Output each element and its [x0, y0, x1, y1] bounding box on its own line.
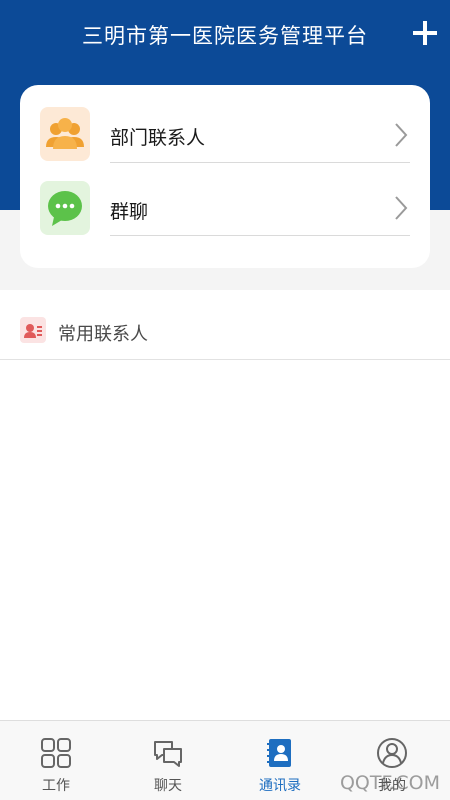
- contacts-book-icon: [267, 739, 291, 767]
- chevron-right-icon: [395, 196, 408, 220]
- tab-work[interactable]: 工作: [0, 721, 112, 800]
- user-icon: [377, 738, 407, 768]
- row-divider: [110, 235, 410, 236]
- department-contacts-label: 部门联系人: [110, 127, 206, 149]
- group-chat-row[interactable]: 群聊: [20, 173, 430, 249]
- people-group-icon: [40, 107, 90, 161]
- frequent-contacts-list: 常用联系人: [0, 290, 450, 720]
- contacts-card: 部门联系人 群聊: [20, 85, 430, 268]
- page-title: 三明市第一医院医务管理平台: [82, 24, 368, 48]
- grid-icon: [41, 738, 71, 768]
- row-divider: [110, 162, 410, 163]
- contact-card-icon: [20, 317, 46, 343]
- tab-contacts-label: 通讯录: [259, 778, 301, 794]
- frequent-contacts-header[interactable]: 常用联系人: [0, 290, 450, 360]
- tab-chat[interactable]: 聊天: [112, 721, 224, 800]
- department-contacts-row[interactable]: 部门联系人: [20, 97, 430, 173]
- add-button[interactable]: [410, 18, 440, 48]
- watermark: QQTF.COM: [339, 772, 440, 794]
- plus-icon: [413, 21, 437, 45]
- chat-icon: [154, 741, 182, 767]
- group-chat-label: 群聊: [110, 201, 149, 223]
- tab-chat-label: 聊天: [154, 778, 182, 794]
- chevron-right-icon: [395, 123, 408, 147]
- tab-work-label: 工作: [42, 778, 70, 794]
- frequent-contacts-label: 常用联系人: [58, 324, 148, 345]
- tab-contacts[interactable]: 通讯录: [224, 721, 336, 800]
- chat-bubble-icon: [40, 181, 90, 235]
